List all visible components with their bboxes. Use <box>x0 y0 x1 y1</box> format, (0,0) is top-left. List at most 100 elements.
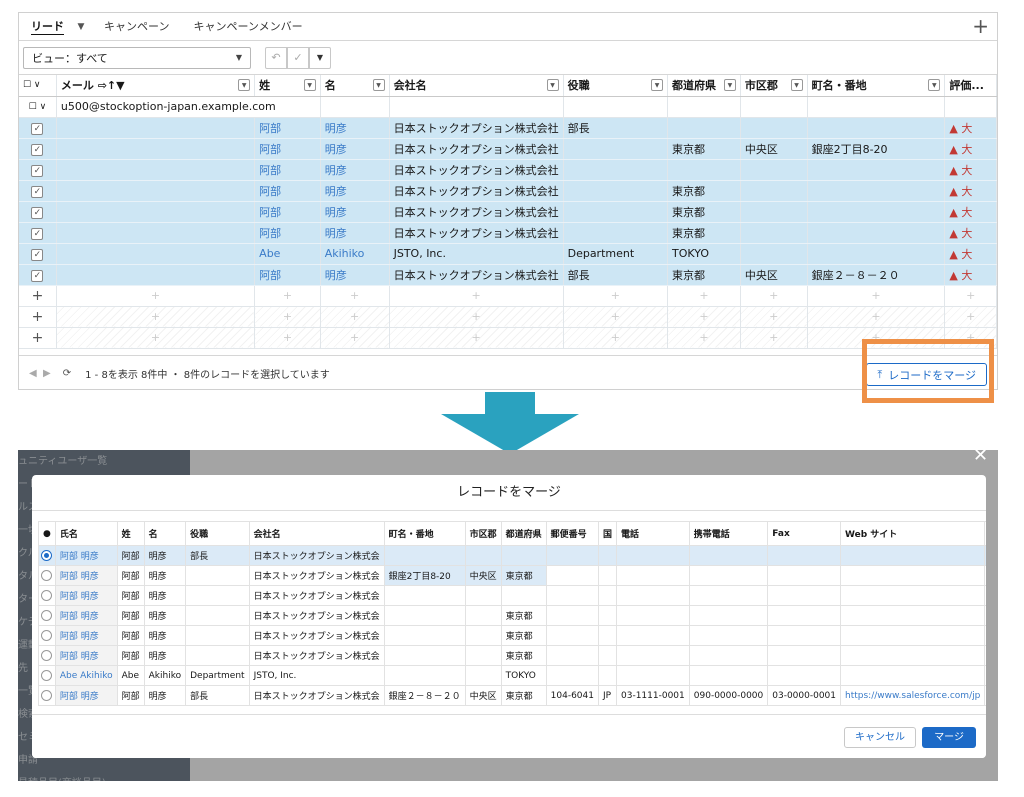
empty-cell[interactable]: + <box>254 285 321 307</box>
merge-cell[interactable]: 中央区 <box>464 685 502 706</box>
merge-cell[interactable] <box>545 585 599 606</box>
tab-campaign[interactable]: キャンペーン <box>92 13 181 41</box>
merge-row[interactable]: Abe Akihiko Abe Akihiko Department JSTO, Inc… <box>38 665 986 686</box>
table-row[interactable]: ✓ Abe Akihiko JSTO, Inc. Department TOKYO ▲ 大 <box>19 243 997 265</box>
merge-cell[interactable] <box>185 565 250 586</box>
merge-cell[interactable]: 阿部 明彦 <box>54 565 118 586</box>
cell-last-name[interactable]: 阿部 <box>254 222 321 244</box>
empty-cell[interactable]: + <box>944 285 997 307</box>
merge-cell[interactable] <box>500 585 547 606</box>
row-checkbox[interactable]: ✓ <box>19 222 57 244</box>
merge-cell[interactable]: 明彦 <box>143 645 187 666</box>
cell-first-name[interactable]: Akihiko <box>320 243 390 265</box>
merge-cell[interactable]: 東京都 <box>500 565 547 586</box>
merge-cell[interactable]: 東京都 <box>500 685 547 706</box>
empty-cell[interactable]: + <box>667 285 741 307</box>
merge-row[interactable]: 阿部 明彦 阿部 明彦 部長 日本ストックオプション株式会 銀座２－８－２０ 中央区 東京都 1… <box>38 685 986 706</box>
merge-cell[interactable]: 銀座２－８－２０ <box>383 685 466 706</box>
merge-cell[interactable] <box>616 565 690 586</box>
table-row[interactable]: ✓ 阿部 明彦 日本ストックオプション株式会社 東京都 ▲ 大 <box>19 180 997 202</box>
cell-last-name[interactable]: 阿部 <box>254 201 321 223</box>
empty-cell[interactable]: + <box>667 327 741 349</box>
cell-last-name[interactable]: 阿部 <box>254 138 321 160</box>
merge-cell[interactable] <box>597 625 618 646</box>
merge-cell[interactable]: 03-0000-0001 <box>767 685 842 706</box>
close-icon[interactable]: ✕ <box>973 447 988 465</box>
tab-leads[interactable]: リード <box>19 13 70 41</box>
merge-cell[interactable] <box>464 645 502 666</box>
merge-cell[interactable] <box>597 645 618 666</box>
empty-cell[interactable]: + <box>389 285 564 307</box>
merge-cell[interactable] <box>767 565 842 586</box>
merge-cell[interactable] <box>597 565 618 586</box>
merge-cell[interactable]: 阿部 <box>116 645 145 666</box>
merge-cell[interactable] <box>597 605 618 626</box>
master-record-radio[interactable] <box>38 625 56 646</box>
merge-cell[interactable] <box>616 585 690 606</box>
empty-cell[interactable]: + <box>740 327 808 349</box>
add-tab-icon[interactable]: + <box>972 15 989 37</box>
merge-cell[interactable]: 阿部 <box>116 545 145 566</box>
merge-cell[interactable] <box>545 545 599 566</box>
merge-cell[interactable] <box>688 545 769 566</box>
cell-first-name[interactable]: 明彦 <box>320 180 390 202</box>
column-header-last-name[interactable]: 姓 ▼ <box>254 75 321 97</box>
column-header-title[interactable]: 役職 ▼ <box>563 75 669 97</box>
merge-row[interactable]: 阿部 明彦阿部明彦 日本ストックオプション株式会銀座2丁目8-20中央区東京都/s… <box>38 565 986 586</box>
merge-cell[interactable]: /ser <box>984 545 986 566</box>
merge-cell[interactable] <box>464 665 502 686</box>
tab-campaign-member[interactable]: キャンペーンメンバー <box>181 13 314 41</box>
table-row[interactable]: ✓ 阿部 明彦 日本ストックオプション株式会社 部長 ▲ 大 <box>19 117 997 139</box>
merge-cell[interactable]: 阿部 <box>116 565 145 586</box>
refresh-icon[interactable]: ⟳ <box>63 368 71 379</box>
empty-cell[interactable]: + <box>254 306 321 328</box>
chevron-down-icon[interactable]: ▼ <box>309 46 331 69</box>
add-row-icon[interactable]: + <box>19 327 57 349</box>
row-checkbox[interactable]: ✓ <box>19 264 57 286</box>
merge-cell[interactable]: 部長 <box>185 685 250 706</box>
merge-cell[interactable]: 東京都 <box>500 625 547 646</box>
merge-cell[interactable]: 東京都 <box>500 605 547 626</box>
column-header-street[interactable]: 町名・番地 ▼ <box>807 75 946 97</box>
merge-cell[interactable]: 阿部 <box>116 685 145 706</box>
empty-cell[interactable]: + <box>56 327 256 349</box>
merge-cell[interactable]: 部長 <box>185 545 250 566</box>
merge-cell[interactable]: 日本ストックオプション株式会 <box>248 645 385 666</box>
table-row[interactable]: ✓ 阿部 明彦 日本ストックオプション株式会社 東京都 ▲ 大 <box>19 201 997 223</box>
merge-cell[interactable]: /ser <box>984 685 986 706</box>
merge-cell[interactable]: 明彦 <box>143 545 187 566</box>
merge-cell[interactable]: 090-0000-0000 <box>688 685 769 706</box>
merge-cell[interactable] <box>383 585 466 606</box>
merge-cell[interactable]: 日本ストックオプション株式会 <box>248 605 385 626</box>
merge-cell[interactable] <box>767 585 842 606</box>
merge-cell[interactable]: 104-6041 <box>545 685 599 706</box>
empty-cell[interactable]: + <box>56 285 256 307</box>
merge-cell[interactable]: Abe <box>116 665 145 686</box>
merge-row[interactable]: 阿部 明彦阿部明彦部長日本ストックオプション株式会/ser <box>38 545 986 566</box>
group-checkbox[interactable]: ☐ ∨ <box>19 96 57 118</box>
merge-cell[interactable] <box>840 605 986 626</box>
merge-cell[interactable] <box>767 625 842 646</box>
merge-cell[interactable]: 明彦 <box>143 565 187 586</box>
table-row[interactable]: ✓ 阿部 明彦 日本ストックオプション株式会社 東京都 中央区 銀座2丁目8-20 ▲ 大 <box>19 138 997 160</box>
merge-cell[interactable] <box>616 665 690 686</box>
empty-cell[interactable]: + <box>254 327 321 349</box>
empty-cell[interactable]: + <box>807 285 946 307</box>
merge-cell[interactable]: 日本ストックオプション株式会 <box>248 585 385 606</box>
empty-cell[interactable]: + <box>563 306 669 328</box>
merge-cell[interactable]: /ser <box>984 605 986 626</box>
merge-cell[interactable]: 阿部 明彦 <box>54 685 118 706</box>
cell-first-name[interactable]: 明彦 <box>320 222 390 244</box>
merge-cell[interactable]: 阿部 <box>116 605 145 626</box>
row-checkbox[interactable]: ✓ <box>19 159 57 181</box>
merge-cell[interactable]: /ser <box>984 565 986 586</box>
merge-row[interactable]: 阿部 明彦阿部明彦 日本ストックオプション株式会/ser <box>38 585 986 606</box>
merge-cell[interactable] <box>616 645 690 666</box>
merge-cell[interactable] <box>545 645 599 666</box>
merge-cell[interactable]: /ser <box>984 645 986 666</box>
row-checkbox[interactable]: ✓ <box>19 138 57 160</box>
merge-cell[interactable]: Department <box>185 665 250 686</box>
master-record-radio[interactable] <box>38 605 56 626</box>
cell-first-name[interactable]: 明彦 <box>320 264 390 286</box>
undo-icon[interactable]: ↶ <box>265 46 287 69</box>
